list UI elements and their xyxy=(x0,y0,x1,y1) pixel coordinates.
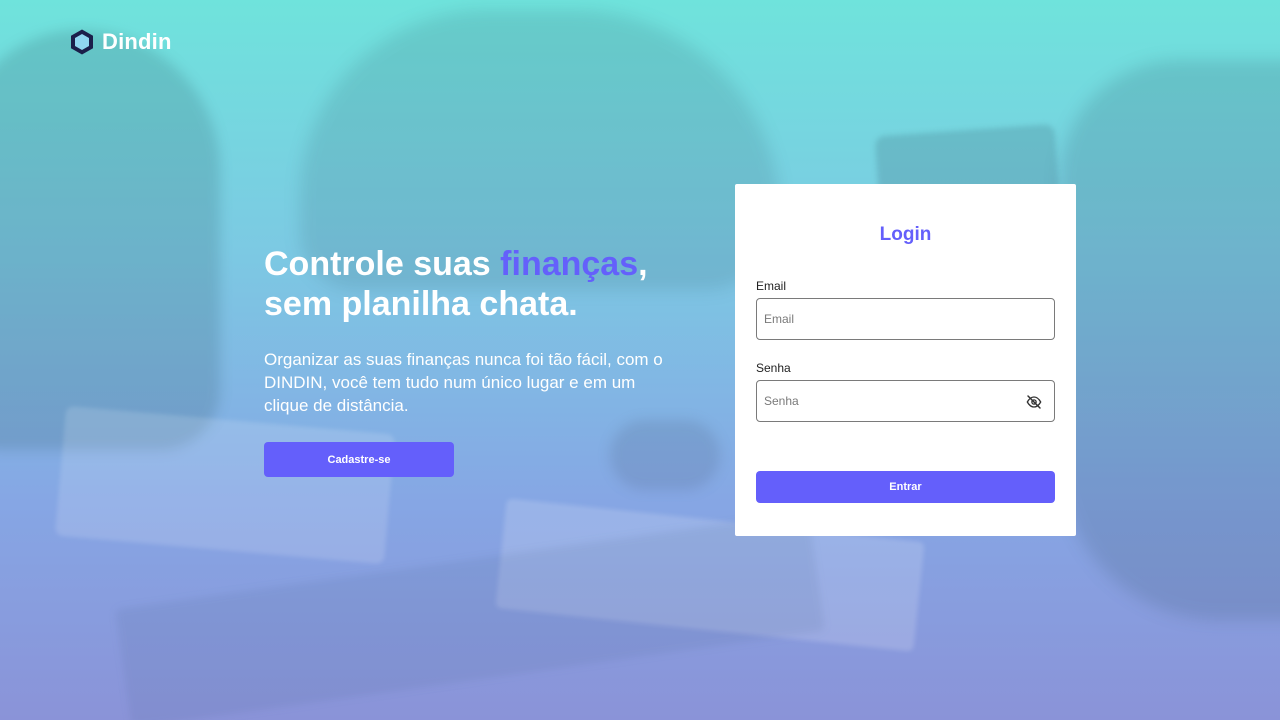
hero-section: Controle suas finanças, sem planilha cha… xyxy=(264,244,694,477)
hero-title-accent: finanças xyxy=(500,245,639,283)
email-label: Email xyxy=(756,279,787,293)
hero-subtitle: Organizar as suas finanças nunca foi tão… xyxy=(264,350,663,415)
password-field-wrapper xyxy=(756,380,1055,422)
brand-name: Dindin xyxy=(102,29,172,54)
login-card: Login Email Senha Entrar xyxy=(735,184,1076,536)
eye-off-icon[interactable] xyxy=(1026,394,1042,410)
hero-title: Controle suas finanças, sem planilha cha… xyxy=(264,244,694,324)
hexagon-icon xyxy=(71,29,93,55)
signup-button[interactable]: Cadastre-se xyxy=(264,442,454,477)
hero-title-line2: sem planilha chata. xyxy=(264,285,578,323)
hero-title-part2: , xyxy=(638,245,648,283)
login-title: Login xyxy=(879,224,932,245)
brand-logo[interactable]: Dindin xyxy=(68,28,172,56)
password-label: Senha xyxy=(756,361,791,375)
email-field-wrapper xyxy=(756,298,1055,340)
email-input[interactable] xyxy=(757,299,1054,339)
login-submit-button[interactable]: Entrar xyxy=(756,471,1055,503)
password-input[interactable] xyxy=(757,381,1054,421)
hero-title-part1: Controle suas xyxy=(264,245,501,283)
